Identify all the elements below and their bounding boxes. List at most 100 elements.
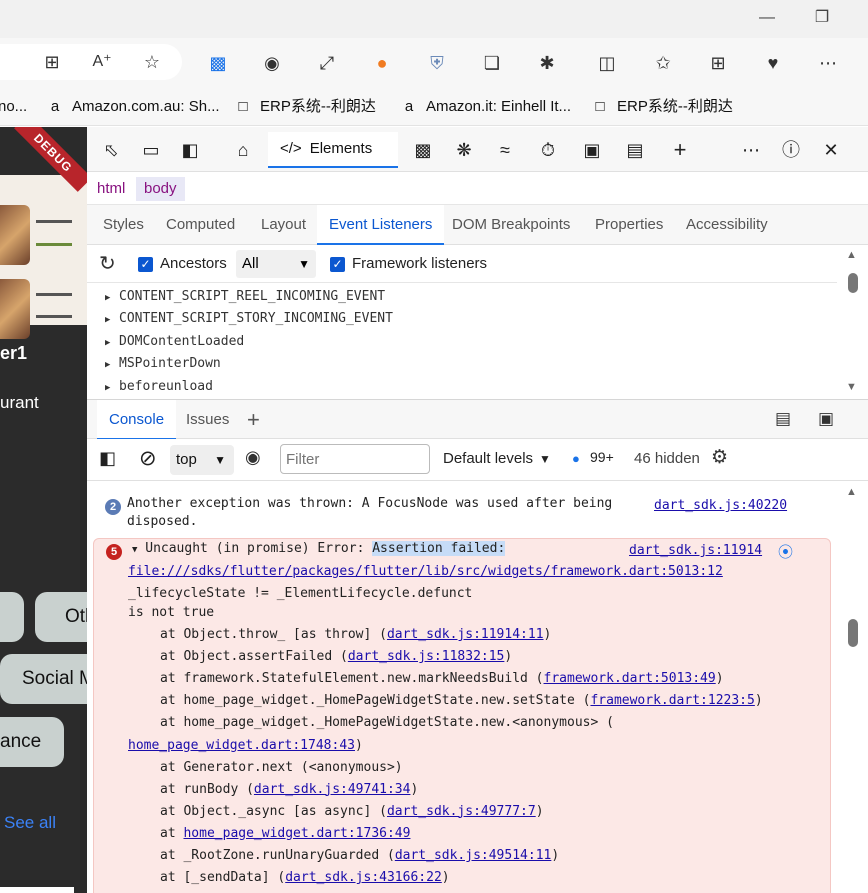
tab-styles[interactable]: Styles bbox=[103, 205, 144, 245]
application-icon[interactable]: ▤ bbox=[622, 137, 648, 163]
clear-console-icon[interactable]: ⊘ bbox=[139, 446, 157, 471]
inspect-icon[interactable]: ⬁ bbox=[98, 137, 124, 163]
shield-extension-icon[interactable]: ⛨ bbox=[425, 51, 449, 75]
eye-extension-icon[interactable]: ◉ bbox=[260, 51, 284, 75]
stack-link[interactable]: dart_sdk.js:11914:11 bbox=[387, 627, 544, 642]
restore-icon[interactable]: ❐ bbox=[812, 8, 832, 28]
see-all-link[interactable]: See all bbox=[4, 813, 56, 833]
ai-insights-icon[interactable]: ⦿ bbox=[778, 541, 793, 562]
live-expression-eye-icon[interactable]: ◉ bbox=[245, 447, 261, 468]
favorite-item[interactable]: no... bbox=[0, 96, 27, 118]
event-list-scrollbar[interactable]: ▲ ▼ bbox=[837, 245, 868, 397]
breadcrumb-html[interactable]: html bbox=[89, 177, 133, 201]
performance-icon[interactable]: ⏱ bbox=[535, 137, 561, 163]
add-tool-icon[interactable]: + bbox=[667, 137, 693, 163]
tab-computed[interactable]: Computed bbox=[166, 205, 235, 245]
category-chip[interactable] bbox=[0, 592, 24, 642]
favorite-item[interactable]: a Amazon.com.au: Sh... bbox=[46, 96, 220, 118]
scroll-up-icon[interactable]: ▲ bbox=[846, 249, 857, 261]
tab-accessibility[interactable]: Accessibility bbox=[686, 205, 768, 245]
tab-layout[interactable]: Layout bbox=[261, 205, 306, 245]
window-title-bar: — ❐ bbox=[0, 0, 868, 38]
refresh-icon[interactable]: ↻ bbox=[99, 251, 116, 276]
message-count[interactable]: 99+ bbox=[590, 449, 614, 465]
list-item[interactable]: ▶ CONTENT_SCRIPT_REEL_INCOMING_EVENT bbox=[105, 286, 385, 308]
close-icon[interactable]: ✕ bbox=[818, 137, 844, 163]
console-filter-input[interactable] bbox=[280, 444, 430, 474]
scroll-down-icon[interactable]: ▼ bbox=[846, 381, 857, 393]
sidebar-toggle-icon[interactable]: ◧ bbox=[99, 448, 116, 469]
stack-link[interactable]: dart_sdk.js:43166:22 bbox=[285, 870, 442, 885]
list-item[interactable]: ▶ MSPointerDown bbox=[105, 353, 221, 375]
favorite-item[interactable]: □ ERP系统--利朗达 bbox=[591, 96, 732, 118]
tab-properties[interactable]: Properties bbox=[595, 205, 663, 245]
memory-chip-icon[interactable]: ▣ bbox=[579, 137, 605, 163]
health-icon[interactable]: ♥ bbox=[761, 51, 785, 75]
stack-link[interactable]: framework.dart:5013:49 bbox=[544, 671, 716, 686]
close-drawer-icon[interactable]: ▣ bbox=[818, 409, 834, 429]
listener-filter-select[interactable]: All ▼ bbox=[236, 250, 316, 278]
log-levels-select[interactable]: Default levels ▼ bbox=[443, 450, 551, 467]
tab-event-listeners[interactable]: Event Listeners bbox=[317, 205, 445, 245]
chart-extension-icon[interactable]: ▩ bbox=[206, 51, 230, 75]
list-item[interactable]: ▶ CONTENT_SCRIPT_STORY_INCOMING_EVENT bbox=[105, 308, 393, 330]
address-bar[interactable]: ⊞ A⁺ ☆ bbox=[0, 44, 182, 80]
device-toolbar-icon[interactable]: ▭ bbox=[138, 137, 164, 163]
list-item[interactable]: ▶ DOMContentLoaded bbox=[105, 331, 244, 353]
read-aloud-icon[interactable]: A⁺ bbox=[90, 50, 114, 74]
collections-add-icon[interactable]: ⊞ bbox=[706, 51, 730, 75]
favorite-item[interactable]: a Amazon.it: Einhell It... bbox=[400, 96, 571, 118]
ancestors-checkbox[interactable]: ✓ bbox=[138, 256, 153, 274]
stack-link[interactable]: home_page_widget.dart:1748:43 bbox=[128, 738, 355, 753]
category-chip[interactable]: ance bbox=[0, 717, 64, 767]
breadcrumb-body[interactable]: body bbox=[136, 177, 185, 201]
source-link[interactable]: dart_sdk.js:40220 bbox=[654, 498, 787, 513]
split-screen-icon[interactable]: ◫ bbox=[595, 51, 619, 75]
app-available-icon[interactable]: ⊞ bbox=[40, 50, 64, 74]
framework-listeners-checkbox[interactable]: ✓ bbox=[330, 256, 345, 274]
help-icon[interactable]: ⓘ bbox=[778, 137, 804, 163]
tab-dom-breakpoints[interactable]: DOM Breakpoints bbox=[452, 205, 570, 245]
tab-elements[interactable]: </> Elements bbox=[268, 132, 398, 168]
favorite-star-icon[interactable]: ☆ bbox=[140, 50, 164, 74]
network-wifi-icon[interactable]: ≈ bbox=[492, 137, 518, 163]
stack-link[interactable]: file:///sdks/flutter/packages/flutter/li… bbox=[128, 564, 723, 579]
dock-icon[interactable]: ◧ bbox=[177, 137, 203, 163]
scroll-up-icon[interactable]: ▲ bbox=[846, 486, 857, 498]
category-chip[interactable]: Oth bbox=[35, 592, 87, 642]
favorites-icon[interactable]: ✩ bbox=[651, 51, 675, 75]
stack-frame-text: ) bbox=[504, 649, 513, 665]
breadcrumb: html body bbox=[87, 173, 868, 205]
stack-link[interactable]: dart_sdk.js:49514:11 bbox=[395, 848, 552, 863]
extensions-icon[interactable]: ✱ bbox=[535, 51, 559, 75]
stack-link[interactable]: framework.dart:1223:5 bbox=[590, 693, 754, 708]
favorite-item[interactable]: □ ERP系统--利朗达 bbox=[234, 96, 375, 118]
tab-console[interactable]: Console bbox=[97, 400, 177, 440]
more-options-icon[interactable]: ⋯ bbox=[738, 137, 764, 163]
context-select[interactable]: top ▼ bbox=[170, 445, 234, 475]
stack-link[interactable]: dart_sdk.js:49777:7 bbox=[387, 804, 536, 819]
console-scrollbar[interactable]: ▲ bbox=[837, 482, 868, 893]
dock-drawer-icon[interactable]: ▤ bbox=[775, 409, 791, 429]
minimize-icon[interactable]: — bbox=[757, 8, 777, 28]
collections-icon[interactable]: ❏ bbox=[480, 51, 504, 75]
error-header[interactable]: ▼ Uncaught (in promise) Error: Assertion… bbox=[132, 541, 506, 556]
console-settings-gear-icon[interactable]: ⚙ bbox=[711, 446, 728, 469]
tab-issues[interactable]: Issues bbox=[186, 400, 229, 440]
stack-link[interactable]: dart_sdk.js:11832:15 bbox=[348, 649, 505, 664]
list-item[interactable]: ▶ beforeunload bbox=[105, 376, 213, 398]
scrollbar-thumb[interactable] bbox=[848, 619, 858, 647]
source-link[interactable]: dart_sdk.js:11914 bbox=[629, 543, 762, 558]
more-menu-icon[interactable]: ⋯ bbox=[816, 51, 840, 75]
bug-icon[interactable]: ❋ bbox=[451, 137, 477, 163]
stack-link[interactable]: dart_sdk.js:49741:34 bbox=[254, 782, 411, 797]
stack-frame: at _RootZone.runUnaryGuarded (dart_sdk.j… bbox=[160, 848, 559, 863]
scrollbar-thumb[interactable] bbox=[848, 273, 858, 293]
add-drawer-tab-icon[interactable]: + bbox=[247, 400, 260, 440]
category-chip[interactable]: Social M bbox=[0, 654, 87, 704]
s-extension-icon[interactable]: ● bbox=[370, 51, 394, 75]
expand-extension-icon[interactable]: ⤢ bbox=[315, 51, 339, 75]
stack-link[interactable]: home_page_widget.dart:1736:49 bbox=[183, 826, 410, 841]
welcome-home-icon[interactable]: ⌂ bbox=[230, 137, 256, 163]
console-error-icon[interactable]: ▩ bbox=[410, 137, 436, 163]
